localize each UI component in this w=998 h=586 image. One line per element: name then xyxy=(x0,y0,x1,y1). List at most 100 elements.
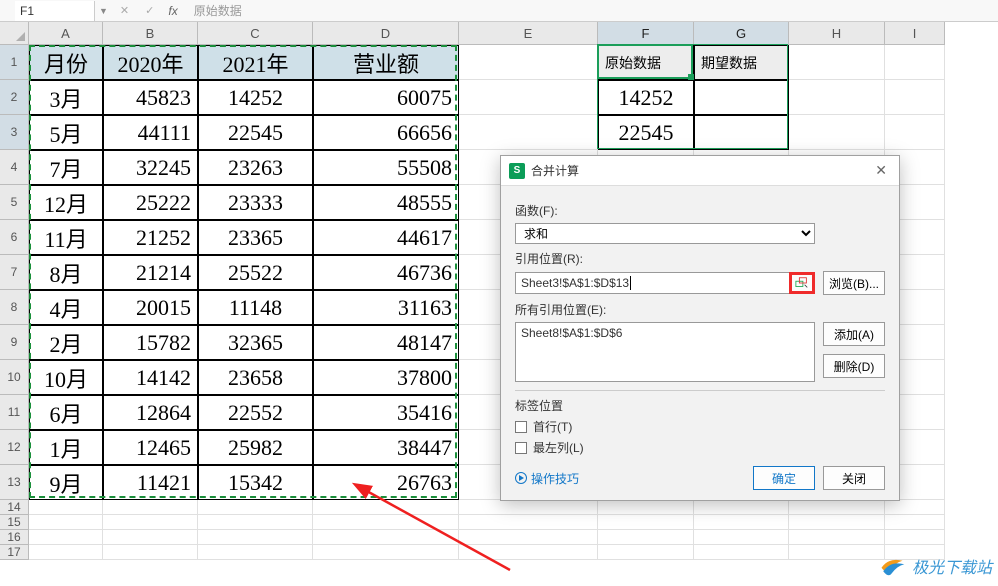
fx-cancel-icon[interactable]: ✕ xyxy=(112,4,137,17)
cell[interactable] xyxy=(598,545,694,560)
column-header-F[interactable]: F xyxy=(598,22,694,45)
cell[interactable]: 48147 xyxy=(313,325,459,360)
function-select[interactable]: 求和 xyxy=(515,223,815,244)
cell[interactable] xyxy=(885,530,945,545)
row-header-8[interactable]: 8 xyxy=(0,290,29,325)
cell[interactable] xyxy=(789,115,885,150)
row-header-12[interactable]: 12 xyxy=(0,430,29,465)
cell[interactable] xyxy=(198,530,313,545)
cell[interactable] xyxy=(789,530,885,545)
add-button[interactable]: 添加(A) xyxy=(823,322,885,346)
row-header-7[interactable]: 7 xyxy=(0,255,29,290)
cell[interactable]: 22552 xyxy=(198,395,313,430)
cell[interactable] xyxy=(789,545,885,560)
cell[interactable] xyxy=(694,80,789,115)
cell[interactable] xyxy=(198,545,313,560)
cell[interactable]: 23263 xyxy=(198,150,313,185)
row-header-10[interactable]: 10 xyxy=(0,360,29,395)
reference-input[interactable]: Sheet3!$A$1:$D$13 xyxy=(515,272,815,294)
cell[interactable]: 31163 xyxy=(313,290,459,325)
cell[interactable] xyxy=(885,80,945,115)
cell[interactable]: 6月 xyxy=(29,395,103,430)
cell[interactable]: 25982 xyxy=(198,430,313,465)
cell[interactable]: 3月 xyxy=(29,80,103,115)
cell[interactable] xyxy=(459,115,598,150)
cell[interactable] xyxy=(459,80,598,115)
cell[interactable]: 11421 xyxy=(103,465,198,500)
fx-accept-icon[interactable]: ✓ xyxy=(137,4,162,17)
cell[interactable]: 14252 xyxy=(198,80,313,115)
list-item[interactable]: Sheet8!$A$1:$D$6 xyxy=(521,326,809,340)
name-box[interactable]: F1 xyxy=(15,1,95,21)
cell[interactable]: 26763 xyxy=(313,465,459,500)
cell[interactable] xyxy=(29,500,103,515)
cell[interactable] xyxy=(885,515,945,530)
close-icon[interactable]: ✕ xyxy=(871,162,891,179)
cell[interactable]: 8月 xyxy=(29,255,103,290)
name-box-dropdown-icon[interactable]: ▼ xyxy=(95,6,112,16)
cell[interactable]: 60075 xyxy=(313,80,459,115)
cell[interactable] xyxy=(29,545,103,560)
row-header-17[interactable]: 17 xyxy=(0,545,29,560)
cell[interactable] xyxy=(598,515,694,530)
cell[interactable] xyxy=(459,545,598,560)
row-header-6[interactable]: 6 xyxy=(0,220,29,255)
row-header-1[interactable]: 1 xyxy=(0,45,29,80)
cell[interactable]: 21252 xyxy=(103,220,198,255)
cell[interactable] xyxy=(694,115,789,150)
cell[interactable] xyxy=(198,515,313,530)
close-button[interactable]: 关闭 xyxy=(823,466,885,490)
cell[interactable] xyxy=(789,515,885,530)
cell[interactable]: 10月 xyxy=(29,360,103,395)
cell[interactable]: 2月 xyxy=(29,325,103,360)
column-header-A[interactable]: A xyxy=(29,22,103,45)
cell[interactable]: 38447 xyxy=(313,430,459,465)
row-header-5[interactable]: 5 xyxy=(0,185,29,220)
cell[interactable]: 22545 xyxy=(598,115,694,150)
range-picker-button[interactable] xyxy=(789,272,815,294)
cell[interactable] xyxy=(198,500,313,515)
cell[interactable] xyxy=(459,45,598,80)
row-header-3[interactable]: 3 xyxy=(0,115,29,150)
cell[interactable] xyxy=(694,515,789,530)
all-references-listbox[interactable]: Sheet8!$A$1:$D$6 xyxy=(515,322,815,382)
cell[interactable]: 5月 xyxy=(29,115,103,150)
cell[interactable] xyxy=(694,530,789,545)
column-header-I[interactable]: I xyxy=(885,22,945,45)
cell[interactable]: 12月 xyxy=(29,185,103,220)
row-header-14[interactable]: 14 xyxy=(0,500,29,515)
row-header-15[interactable]: 15 xyxy=(0,515,29,530)
cell[interactable]: 12465 xyxy=(103,430,198,465)
cell[interactable]: 48555 xyxy=(313,185,459,220)
cell[interactable]: 37800 xyxy=(313,360,459,395)
cell[interactable] xyxy=(313,500,459,515)
select-all-corner[interactable] xyxy=(0,22,29,45)
cell[interactable]: 11148 xyxy=(198,290,313,325)
cell[interactable] xyxy=(103,500,198,515)
cell[interactable]: 12864 xyxy=(103,395,198,430)
cell[interactable]: 35416 xyxy=(313,395,459,430)
row-header-16[interactable]: 16 xyxy=(0,530,29,545)
tips-link[interactable]: 操作技巧 xyxy=(515,470,579,487)
cell[interactable] xyxy=(29,530,103,545)
cell[interactable]: 11月 xyxy=(29,220,103,255)
cell[interactable]: 15342 xyxy=(198,465,313,500)
left-col-checkbox[interactable]: 最左列(L) xyxy=(515,439,885,456)
column-header-B[interactable]: B xyxy=(103,22,198,45)
cell[interactable]: 46736 xyxy=(313,255,459,290)
cell[interactable] xyxy=(313,530,459,545)
column-header-E[interactable]: E xyxy=(459,22,598,45)
cell[interactable]: 2020年 xyxy=(103,45,198,80)
cell[interactable] xyxy=(885,115,945,150)
cell[interactable] xyxy=(789,80,885,115)
cell[interactable] xyxy=(789,45,885,80)
cell[interactable]: 32365 xyxy=(198,325,313,360)
cell[interactable] xyxy=(885,500,945,515)
cell[interactable] xyxy=(885,45,945,80)
cell[interactable]: 23365 xyxy=(198,220,313,255)
cell[interactable]: 25222 xyxy=(103,185,198,220)
cell[interactable]: 55508 xyxy=(313,150,459,185)
cell[interactable] xyxy=(103,545,198,560)
cell[interactable]: 44111 xyxy=(103,115,198,150)
cell[interactable] xyxy=(313,545,459,560)
